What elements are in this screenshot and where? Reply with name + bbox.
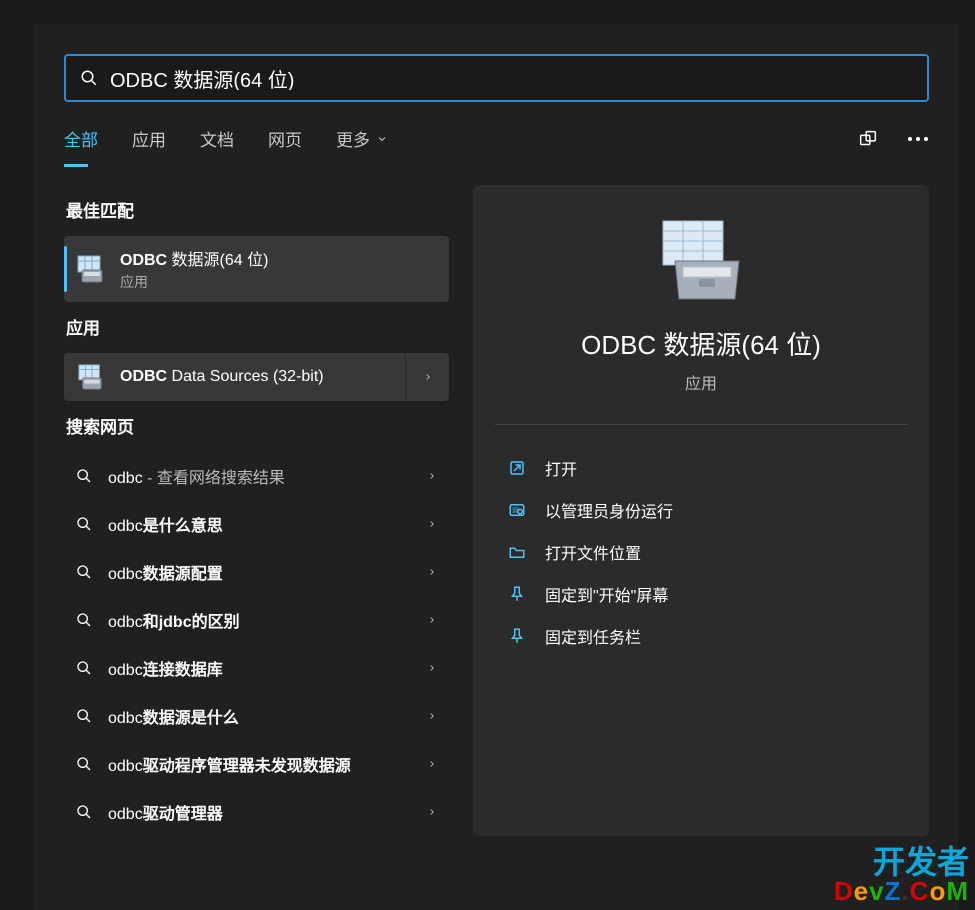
- detail-divider: [495, 424, 907, 425]
- search-icon: [76, 804, 92, 820]
- web-result-item[interactable]: odbc - 查看网络搜索结果: [64, 452, 449, 500]
- tab-web[interactable]: 网页: [268, 126, 302, 167]
- search-window: 全部 应用 文档 网页 更多 最佳匹配 ODBC 数据源(64 位): [34, 24, 959, 910]
- section-web: 搜索网页: [66, 413, 447, 438]
- best-match-item[interactable]: ODBC 数据源(64 位) 应用: [64, 236, 449, 302]
- web-result-item[interactable]: odbc和jdbc的区别: [64, 596, 449, 644]
- search-icon: [76, 660, 92, 676]
- action-folder[interactable]: 打开文件位置: [501, 531, 901, 573]
- odbc-app-icon: [76, 254, 106, 284]
- action-pin[interactable]: 固定到"开始"屏幕: [501, 573, 901, 615]
- chevron-right-icon: [427, 805, 437, 819]
- web-result-label: odbc数据源是什么: [108, 704, 411, 728]
- web-result-label: odbc连接数据库: [108, 656, 411, 680]
- web-result-label: odbc数据源配置: [108, 560, 411, 584]
- tabs-bar: 全部 应用 文档 网页 更多: [64, 126, 929, 167]
- search-icon: [76, 564, 92, 580]
- search-icon: [76, 468, 92, 484]
- open-icon: [507, 458, 527, 478]
- watermark: 开发者 DevZ.CoM: [834, 846, 969, 904]
- chevron-right-icon: [427, 469, 437, 483]
- web-results-list: odbc - 查看网络搜索结果 odbc是什么意思 odbc数据源配置 odbc…: [64, 452, 449, 836]
- admin-icon: [507, 500, 527, 520]
- app-title-bold: ODBC: [120, 368, 167, 385]
- action-pin[interactable]: 固定到任务栏: [501, 615, 901, 657]
- best-match-title-bold: ODBC: [120, 252, 167, 269]
- folder-icon: [507, 542, 527, 562]
- detail-subtitle: 应用: [501, 370, 901, 394]
- search-input[interactable]: [110, 67, 913, 90]
- web-result-item[interactable]: odbc驱动程序管理器未发现数据源: [64, 740, 449, 788]
- odbc32-app-icon: [76, 362, 106, 392]
- best-match-title-rest: 数据源(64 位): [167, 252, 268, 269]
- chevron-right-icon: [427, 517, 437, 531]
- tab-all[interactable]: 全部: [64, 126, 98, 167]
- detail-title: ODBC 数据源(64 位): [501, 325, 901, 362]
- app-result-row: ODBC Data Sources (32-bit): [64, 353, 449, 401]
- action-label: 固定到"开始"屏幕: [545, 582, 668, 606]
- action-label: 以管理员身份运行: [545, 498, 673, 522]
- watermark-line2: DevZ.CoM: [834, 878, 969, 904]
- chevron-right-icon: [427, 565, 437, 579]
- watermark-line1: 开发者: [834, 846, 969, 878]
- web-result-item[interactable]: odbc是什么意思: [64, 500, 449, 548]
- search-icon: [76, 612, 92, 628]
- web-result-item[interactable]: odbc驱动管理器: [64, 788, 449, 836]
- web-result-label: odbc驱动程序管理器未发现数据源: [108, 752, 411, 776]
- best-match-subtitle: 应用: [120, 272, 268, 292]
- app-result-odbc32[interactable]: ODBC Data Sources (32-bit): [64, 362, 405, 392]
- tab-more[interactable]: 更多: [336, 126, 388, 167]
- web-result-label: odbc - 查看网络搜索结果: [108, 464, 411, 488]
- section-best-match: 最佳匹配: [66, 197, 447, 222]
- web-result-label: odbc和jdbc的区别: [108, 608, 411, 632]
- web-result-label: odbc是什么意思: [108, 512, 411, 536]
- section-apps: 应用: [66, 314, 447, 339]
- app-expand-button[interactable]: [405, 353, 449, 401]
- detail-app-icon: [653, 217, 749, 303]
- action-label: 打开文件位置: [545, 540, 641, 564]
- history-icon[interactable]: [857, 128, 879, 150]
- action-admin[interactable]: 以管理员身份运行: [501, 489, 901, 531]
- chevron-right-icon: [427, 709, 437, 723]
- best-match-text: ODBC 数据源(64 位) 应用: [120, 246, 268, 292]
- detail-actions: 打开以管理员身份运行打开文件位置固定到"开始"屏幕固定到任务栏: [501, 447, 901, 657]
- web-result-item[interactable]: odbc连接数据库: [64, 644, 449, 692]
- results-column: 最佳匹配 ODBC 数据源(64 位) 应用 应用 ODBC Data Sour…: [64, 185, 449, 836]
- action-label: 固定到任务栏: [545, 624, 641, 648]
- chevron-right-icon: [427, 757, 437, 771]
- pin-icon: [507, 626, 527, 646]
- tab-more-label: 更多: [336, 126, 370, 151]
- search-icon: [80, 69, 98, 87]
- app-title-rest: Data Sources (32-bit): [167, 368, 324, 385]
- chevron-right-icon: [423, 370, 433, 384]
- web-result-item[interactable]: odbc数据源配置: [64, 548, 449, 596]
- chevron-down-icon: [376, 133, 388, 145]
- chevron-right-icon: [427, 613, 437, 627]
- tab-documents[interactable]: 文档: [200, 126, 234, 167]
- search-icon: [76, 708, 92, 724]
- detail-panel: ODBC 数据源(64 位) 应用 打开以管理员身份运行打开文件位置固定到"开始…: [473, 185, 929, 836]
- more-options-icon[interactable]: [907, 128, 929, 150]
- web-result-item[interactable]: odbc数据源是什么: [64, 692, 449, 740]
- web-result-label: odbc驱动管理器: [108, 800, 411, 824]
- action-open[interactable]: 打开: [501, 447, 901, 489]
- tab-apps[interactable]: 应用: [132, 126, 166, 167]
- search-icon: [76, 756, 92, 772]
- search-box[interactable]: [64, 54, 929, 102]
- action-label: 打开: [545, 456, 577, 480]
- pin-icon: [507, 584, 527, 604]
- search-icon: [76, 516, 92, 532]
- chevron-right-icon: [427, 661, 437, 675]
